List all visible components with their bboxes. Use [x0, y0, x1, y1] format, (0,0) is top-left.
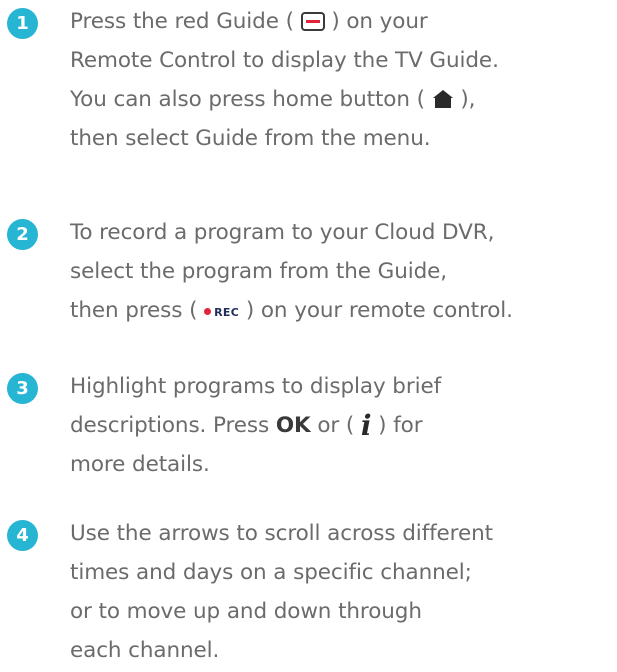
step-line: or to move up and down through	[70, 599, 422, 624]
step-line: Use the arrows to scroll across differen…	[70, 521, 493, 546]
info-icon: i	[360, 409, 372, 442]
ok-button-label: OK	[275, 413, 311, 438]
step-text: Press the red Guide ( ) on your Remote C…	[70, 2, 617, 158]
guide-button-icon	[300, 12, 325, 31]
step-line: select the program from the Guide,	[70, 259, 447, 284]
step-line: then press ( REC ) on your remote contro…	[70, 291, 617, 330]
step-line: Highlight programs to display brief	[70, 374, 442, 399]
home-icon	[432, 83, 454, 122]
step-line: Press the red Guide ( ) on your	[70, 9, 428, 34]
step-number-badge: 2	[7, 219, 38, 250]
step-text: Highlight programs to display brief desc…	[70, 367, 617, 484]
step-line: You can also press home button ( ),	[70, 80, 617, 119]
step-text: Use the arrows to scroll across differen…	[70, 514, 617, 670]
step-number-badge: 3	[7, 373, 38, 404]
step-line: descriptions. Press OK or ( i ) for	[70, 409, 423, 442]
step-line: times and days on a specific channel;	[70, 560, 472, 585]
step-line: Remote Control to display the TV Guide.	[70, 48, 499, 73]
record-button-icon: REC	[204, 293, 239, 332]
step-line: To record a program to your Cloud DVR,	[70, 220, 495, 245]
step-line: more details.	[70, 452, 210, 477]
record-dot-icon	[204, 308, 212, 315]
step-number-badge: 1	[7, 8, 38, 39]
step-text: To record a program to your Cloud DVR, s…	[70, 213, 617, 330]
step-line: each channel.	[70, 638, 220, 663]
step-number-badge: 4	[7, 520, 38, 551]
step-line: then select Guide from the menu.	[70, 126, 431, 151]
